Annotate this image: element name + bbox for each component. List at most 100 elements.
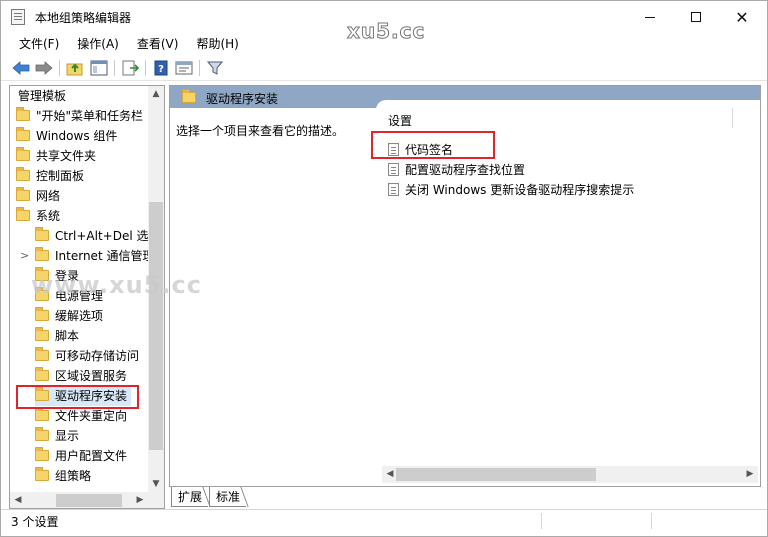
scroll-right-icon[interactable]: ▶ <box>742 466 758 483</box>
tree-item-shared-folders[interactable]: 共享文件夹 <box>16 146 96 166</box>
toolbar-separator <box>145 60 146 76</box>
maximize-button[interactable] <box>673 1 719 33</box>
toolbar-separator <box>59 60 60 76</box>
scroll-down-icon[interactable]: ▼ <box>148 476 164 492</box>
tree-item-admin-templates[interactable]: 管理模板 <box>18 86 66 106</box>
show-hide-tree-button[interactable] <box>89 58 109 78</box>
scroll-up-icon[interactable]: ▲ <box>148 86 164 102</box>
setting-row-driver-search-location[interactable]: 配置驱动程序查找位置 <box>388 160 525 180</box>
tree-item-label: 管理模板 <box>18 89 67 103</box>
title-bar: 本地组策略编辑器 xu5.cc ✕ <box>1 1 767 44</box>
tree-item-folder-redirection[interactable]: 文件夹重定向 <box>35 406 127 426</box>
tree-item-label: Ctrl+Alt+Del 选项 <box>55 229 161 243</box>
scroll-right-icon[interactable]: ▶ <box>132 492 148 508</box>
folder-icon <box>16 187 30 201</box>
status-separator <box>651 513 652 529</box>
status-separator <box>541 513 542 529</box>
folder-icon <box>16 147 30 161</box>
maximize-icon <box>691 12 701 22</box>
tree-item-label: 文件夹重定向 <box>55 409 128 423</box>
scroll-thumb[interactable] <box>149 202 163 450</box>
tree-item-scripts[interactable]: 脚本 <box>35 326 79 346</box>
up-folder-icon <box>66 63 83 76</box>
tree-item-label: 可移动存储访问 <box>55 349 140 363</box>
tree-item-label: 共享文件夹 <box>36 149 97 163</box>
tree-item-label: "开始"菜单和任务栏 <box>36 109 144 123</box>
tree-item-mitigation-options[interactable]: 缓解选项 <box>35 306 103 326</box>
tree-item-removable-storage[interactable]: 可移动存储访问 <box>35 346 139 366</box>
filter-icon <box>207 61 223 75</box>
tree-item-windows-components[interactable]: Windows 组件 <box>16 126 117 146</box>
watermark-overlay: www.xu5.cc <box>31 271 202 299</box>
toolbar-separator <box>199 60 200 76</box>
setting-row-windows-update-prompt[interactable]: 关闭 Windows 更新设备驱动程序搜索提示 <box>388 180 634 200</box>
toolbar-separator <box>114 60 115 76</box>
scroll-left-icon[interactable]: ◀ <box>10 492 26 508</box>
tree-item-label: 脚本 <box>55 329 80 343</box>
column-header-setting[interactable]: 设置 <box>388 112 412 129</box>
tree-item-network[interactable]: 网络 <box>16 186 60 206</box>
tree-item-label: 网络 <box>36 189 61 203</box>
tree-item-label: Windows 组件 <box>36 129 118 143</box>
folder-icon <box>35 447 49 461</box>
folder-icon <box>16 127 30 141</box>
expand-chevron-icon[interactable]: > <box>20 246 29 266</box>
tree-horizontal-scrollbar[interactable]: ◀ ▶ <box>10 492 148 508</box>
tree-item-group-policy[interactable]: 组策略 <box>35 466 91 486</box>
toolbar: ? <box>1 55 767 81</box>
scroll-thumb[interactable] <box>396 468 596 481</box>
folder-icon <box>35 247 49 261</box>
export-list-icon <box>122 60 139 76</box>
tree-item-user-profiles[interactable]: 用户配置文件 <box>35 446 127 466</box>
scroll-thumb[interactable] <box>56 494 122 507</box>
setting-label: 配置驱动程序查找位置 <box>405 163 526 177</box>
folder-icon <box>35 367 49 381</box>
folder-icon <box>35 407 49 421</box>
svg-text:?: ? <box>158 64 164 75</box>
tree-item-label: 组策略 <box>55 469 92 483</box>
column-separator[interactable] <box>732 108 733 128</box>
forward-button[interactable] <box>34 58 54 78</box>
menu-view[interactable]: 查看(V) <box>137 33 179 53</box>
policy-setting-icon <box>388 163 399 176</box>
tree-item-ctrl-alt-del[interactable]: Ctrl+Alt+Del 选项 <box>35 226 160 246</box>
tree-item-label: 区域设置服务 <box>55 369 128 383</box>
folder-icon <box>16 107 30 121</box>
settings-list: 设置 代码签名 配置驱动程序查找位置 关闭 Windows 更新设备驱动程序搜索… <box>376 100 760 486</box>
policy-setting-icon <box>388 183 399 196</box>
group-policy-editor-window: 本地组策略编辑器 xu5.cc ✕ 文件(F) 操作(A) 查看(V) 帮助(H… <box>0 0 768 537</box>
tree-item-display[interactable]: 显示 <box>35 426 79 446</box>
menu-file[interactable]: 文件(F) <box>19 33 59 53</box>
app-icon <box>11 9 25 25</box>
tree-item-system[interactable]: 系统 <box>16 206 60 226</box>
list-horizontal-scrollbar[interactable]: ◀ ▶ <box>382 466 758 483</box>
up-one-level-button[interactable] <box>65 58 85 78</box>
close-button[interactable]: ✕ <box>719 1 765 33</box>
menu-bar: 文件(F) 操作(A) 查看(V) 帮助(H) <box>1 33 767 53</box>
tree-item-internet-comm[interactable]: > Internet 通信管理 <box>10 246 154 266</box>
filter-button[interactable] <box>205 58 225 78</box>
show-hide-tree-icon <box>90 60 108 76</box>
setting-label: 关闭 Windows 更新设备驱动程序搜索提示 <box>405 183 635 197</box>
minimize-button[interactable] <box>627 1 673 33</box>
tree-item-locale-services[interactable]: 区域设置服务 <box>35 366 127 386</box>
properties-button[interactable] <box>174 58 194 78</box>
menu-help[interactable]: 帮助(H) <box>196 33 238 53</box>
menu-action[interactable]: 操作(A) <box>77 33 119 53</box>
highlight-code-signing <box>371 131 495 159</box>
tree-item-start-menu[interactable]: "开始"菜单和任务栏 <box>16 106 143 126</box>
folder-icon <box>35 307 49 321</box>
folder-icon <box>35 427 49 441</box>
view-tabs: 扩展 标准 <box>169 487 761 509</box>
forward-arrow-icon <box>35 61 53 75</box>
help-button[interactable]: ? <box>151 58 171 78</box>
folder-icon <box>16 207 30 221</box>
details-header-title: 驱动程序安装 <box>206 92 279 106</box>
folder-icon <box>35 467 49 481</box>
back-button[interactable] <box>11 58 31 78</box>
tree-item-label: 用户配置文件 <box>55 449 128 463</box>
export-list-button[interactable] <box>120 58 140 78</box>
tree-item-label: 显示 <box>55 429 80 443</box>
tree-item-label: 控制面板 <box>36 169 85 183</box>
tree-item-control-panel[interactable]: 控制面板 <box>16 166 84 186</box>
